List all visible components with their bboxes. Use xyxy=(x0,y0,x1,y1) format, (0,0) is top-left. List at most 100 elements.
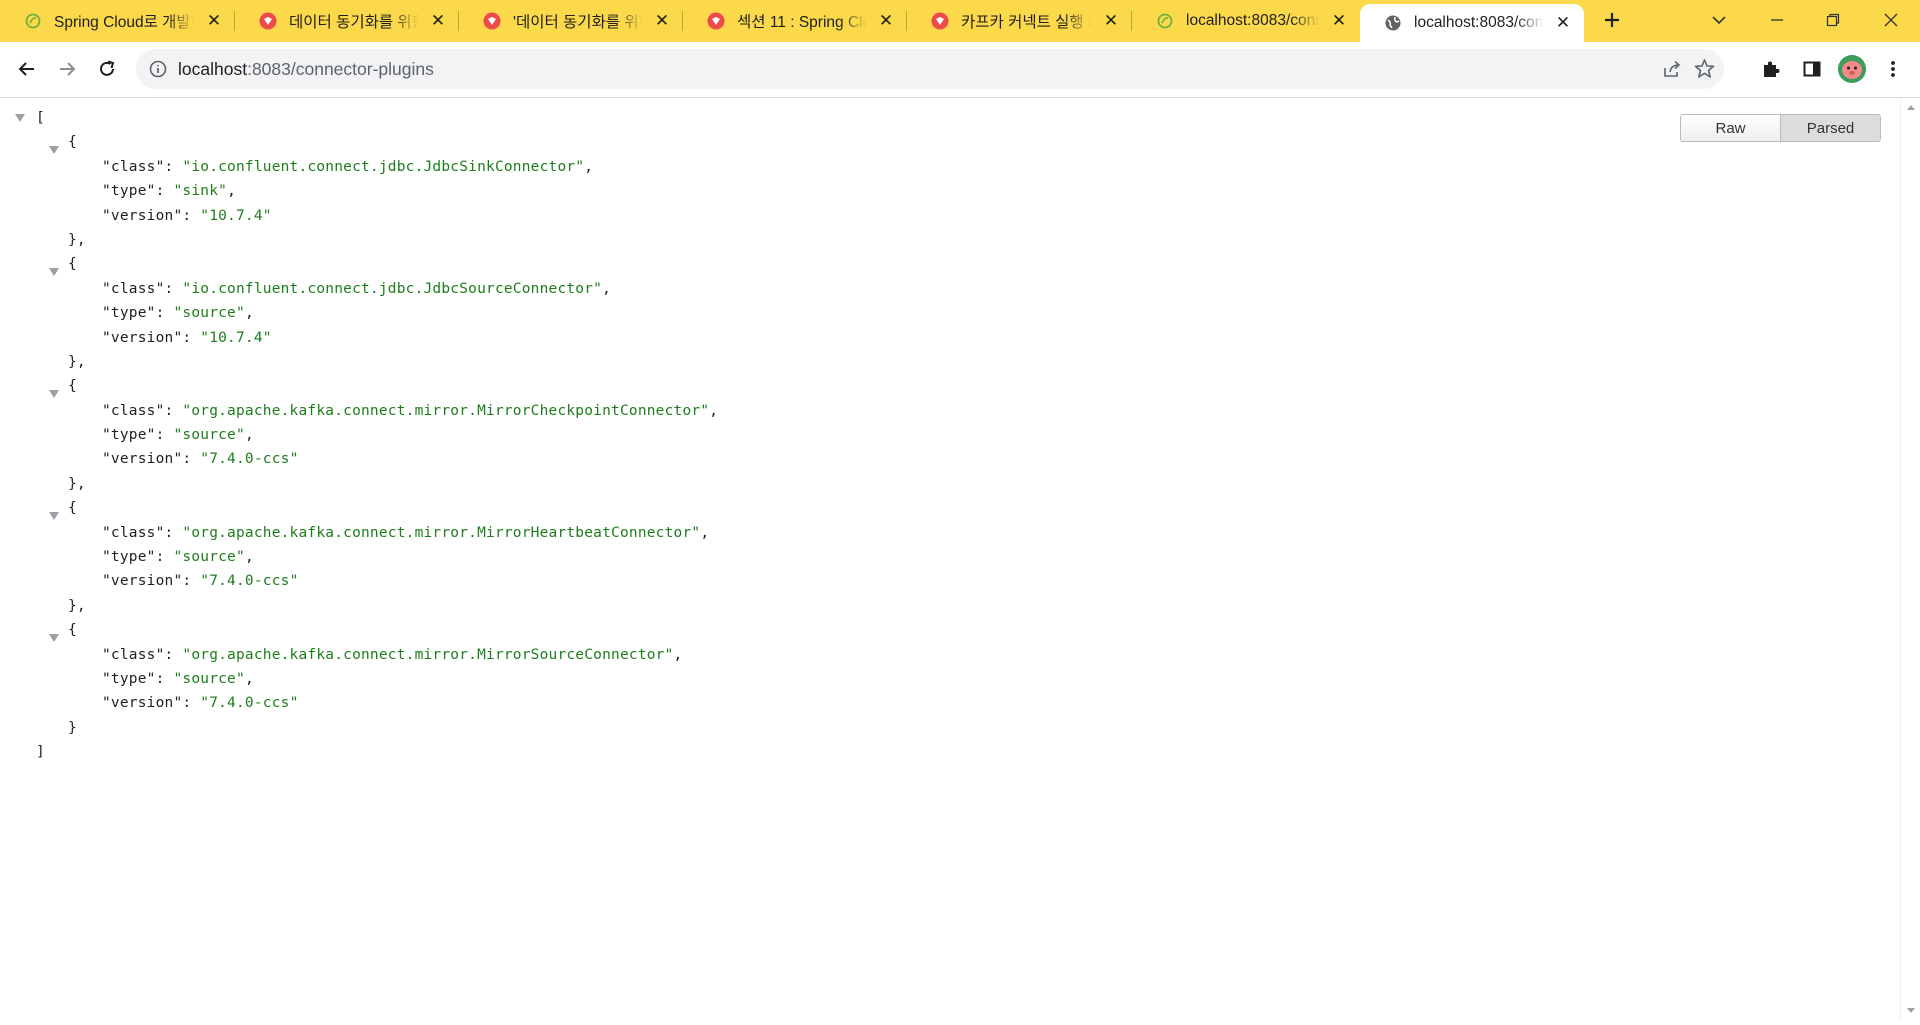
plugin-type: source xyxy=(182,305,236,322)
extensions-button[interactable] xyxy=(1756,54,1786,84)
raw-button[interactable]: Raw xyxy=(1681,115,1780,141)
bookmark-button[interactable] xyxy=(1694,58,1715,84)
tab-3[interactable]: '데이터 동기화를 위한 ✕ xyxy=(459,0,683,42)
tab-title: 카프카 커넥트 실행 Spring xyxy=(961,10,1092,32)
plugin-version-line: "version": "10.7.4" xyxy=(102,329,272,346)
browser-toolbar: localhost:8083/connector-plugins xyxy=(0,42,1920,98)
minimize-icon xyxy=(1771,19,1783,21)
globe-icon xyxy=(1384,14,1402,32)
tab-1[interactable]: Spring Cloud로 개발하는 ✕ xyxy=(0,0,235,42)
plugin-class-line: "class": "org.apache.kafka.connect.mirro… xyxy=(102,402,719,419)
url-path: :8083/connector-plugins xyxy=(247,59,434,79)
plugin-version-line: "version": "10.7.4" xyxy=(102,207,272,224)
plugin-version-line: "version": "7.4.0-ccs" xyxy=(102,451,299,468)
tab-title: '데이터 동기화를 위한 xyxy=(513,10,643,32)
url-host: localhost xyxy=(178,59,248,79)
close-icon xyxy=(1884,13,1898,27)
close-icon[interactable]: ✕ xyxy=(1552,12,1574,34)
puzzle-icon xyxy=(1764,61,1780,77)
object-close: }, xyxy=(68,475,86,492)
json-tree: [ { "class": "io.confluent.connect.jdbc.… xyxy=(15,106,719,765)
spring-icon xyxy=(24,12,42,30)
plugin-class: io.confluent.connect.jdbc.JdbcSourceConn… xyxy=(191,280,594,297)
parsed-button[interactable]: Parsed xyxy=(1780,115,1880,141)
plugin-version: 10.7.4 xyxy=(209,329,263,346)
plugin-class-line: "class": "io.confluent.connect.jdbc.Jdbc… xyxy=(102,280,612,297)
array-open: [ xyxy=(36,110,45,126)
view-toggle: Raw Parsed xyxy=(1680,114,1881,142)
plugin-version-line: "version": "7.4.0-ccs" xyxy=(102,695,299,712)
inflearn-icon xyxy=(483,12,501,30)
plugin-type: source xyxy=(182,427,236,444)
inflearn-icon xyxy=(707,12,725,30)
plugin-type: sink xyxy=(182,183,219,200)
restore-button[interactable] xyxy=(1810,0,1856,40)
chevron-down-icon xyxy=(1712,16,1726,25)
inflearn-icon xyxy=(931,12,949,30)
plugin-type: source xyxy=(182,549,236,566)
arrow-left-icon xyxy=(18,62,34,76)
tab-4[interactable]: 섹션 11 : Spring Cloud ✕ xyxy=(683,0,907,42)
tab-2[interactable]: 데이터 동기화를 위한 K ✕ xyxy=(235,0,459,42)
tab-title: 데이터 동기화를 위한 K xyxy=(289,10,419,32)
plugin-class-line: "class": "org.apache.kafka.connect.mirro… xyxy=(102,524,710,541)
forward-button[interactable] xyxy=(52,54,82,84)
tab-title: 섹션 11 : Spring Cloud xyxy=(737,10,867,32)
minimize-button[interactable] xyxy=(1754,0,1800,40)
tab-6[interactable]: localhost:8083/connector ✕ xyxy=(1132,0,1360,42)
new-tab-button[interactable] xyxy=(1598,6,1626,34)
side-panel-button[interactable] xyxy=(1797,54,1827,84)
reload-icon xyxy=(100,60,115,76)
plugin-version: 10.7.4 xyxy=(209,207,263,224)
tab-5[interactable]: 카프카 커넥트 실행 Spring ✕ xyxy=(907,0,1132,42)
window-close-button[interactable] xyxy=(1868,0,1914,40)
side-panel-icon xyxy=(1803,61,1821,77)
arrow-right-icon xyxy=(60,62,76,76)
close-icon[interactable]: ✕ xyxy=(427,10,449,32)
inflearn-icon xyxy=(259,12,277,30)
object-open: { xyxy=(68,256,77,273)
plugin-type-line: "type": "source", xyxy=(102,549,254,566)
plugin-type-line: "type": "source", xyxy=(102,427,254,444)
restore-icon xyxy=(1826,13,1840,27)
scrollbar-arrows xyxy=(1907,105,1915,1013)
tab-active[interactable]: localhost:8083/connector ✕ xyxy=(1360,4,1584,42)
plugin-version: 7.4.0-ccs xyxy=(209,695,290,712)
tab-search-button[interactable] xyxy=(1696,0,1742,40)
object-close: }, xyxy=(68,231,86,248)
plus-icon xyxy=(1605,13,1619,27)
vertical-scrollbar[interactable] xyxy=(1900,98,1920,1020)
plugin-type-line: "type": "source", xyxy=(102,670,254,687)
close-icon[interactable]: ✕ xyxy=(1100,10,1122,32)
profile-avatar[interactable] xyxy=(1838,55,1866,83)
plugin-class-line: "class": "io.confluent.connect.jdbc.Jdbc… xyxy=(102,158,594,175)
tab-strip: Spring Cloud로 개발하는 ✕ 데이터 동기화를 위한 K ✕ '데이… xyxy=(0,0,1920,42)
plugin-version-line: "version": "7.4.0-ccs" xyxy=(102,573,299,590)
share-button[interactable] xyxy=(1662,59,1682,84)
close-icon[interactable]: ✕ xyxy=(651,10,673,32)
address-bar[interactable]: localhost:8083/connector-plugins xyxy=(136,49,1724,89)
object-close: } xyxy=(68,719,77,736)
array-close: ] xyxy=(36,744,45,761)
info-icon[interactable] xyxy=(148,59,168,79)
close-icon[interactable]: ✕ xyxy=(1328,10,1350,32)
object-close: }, xyxy=(68,597,86,614)
url-text[interactable]: localhost:8083/connector-plugins xyxy=(178,59,434,80)
star-icon xyxy=(1694,59,1715,78)
menu-button[interactable] xyxy=(1878,54,1908,84)
object-open: { xyxy=(68,378,77,395)
plugin-type: source xyxy=(182,670,236,687)
plugin-class: org.apache.kafka.connect.mirror.MirrorCh… xyxy=(191,402,701,419)
object-open: { xyxy=(68,134,77,151)
plugin-class: org.apache.kafka.connect.mirror.MirrorSo… xyxy=(191,646,665,663)
plugin-class-line: "class": "org.apache.kafka.connect.mirro… xyxy=(102,646,683,663)
share-icon xyxy=(1664,60,1681,77)
tab-title: localhost:8083/connector xyxy=(1414,14,1544,32)
reload-button[interactable] xyxy=(92,54,122,84)
close-icon[interactable]: ✕ xyxy=(875,10,897,32)
close-icon[interactable]: ✕ xyxy=(203,10,225,32)
back-button[interactable] xyxy=(12,54,42,84)
plugin-type-line: "type": "source", xyxy=(102,305,254,322)
plugin-type-line: "type": "sink", xyxy=(102,183,237,200)
plugin-class: io.confluent.connect.jdbc.JdbcSinkConnec… xyxy=(191,158,576,175)
